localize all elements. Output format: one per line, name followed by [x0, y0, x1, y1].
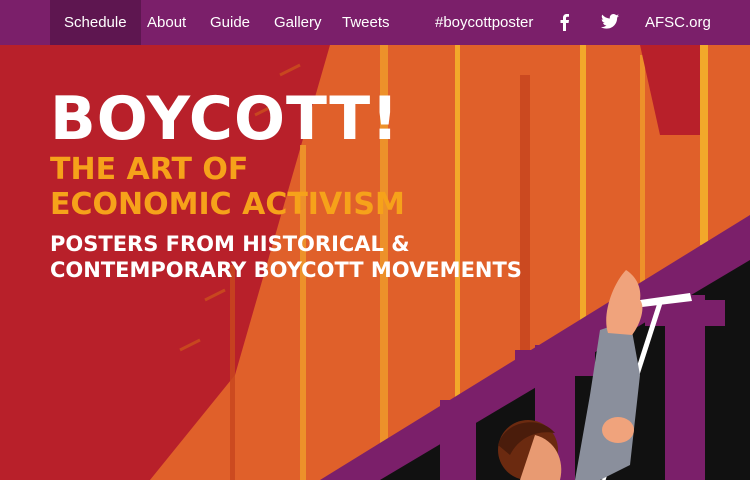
- twitter-icon[interactable]: [601, 14, 619, 30]
- page: Schedule About Guide Gallery Tweets #boy…: [0, 0, 750, 480]
- nav-afsc-link[interactable]: AFSC.org: [645, 0, 711, 45]
- subtitle-line-2: ECONOMIC ACTIVISM: [50, 187, 405, 222]
- hero-poster: BOYCOTT! THE ART OF ECONOMIC ACTIVISM PO…: [0, 45, 750, 480]
- top-nav: Schedule About Guide Gallery Tweets #boy…: [0, 0, 750, 45]
- nav-gallery[interactable]: Gallery: [274, 0, 322, 45]
- tagline-line-1: POSTERS FROM HISTORICAL &: [50, 232, 410, 256]
- hero-tagline: POSTERS FROM HISTORICAL & CONTEMPORARY B…: [50, 231, 522, 283]
- nav-tweets[interactable]: Tweets: [342, 0, 390, 45]
- facebook-icon[interactable]: [559, 13, 570, 31]
- nav-hashtag[interactable]: #boycottposter: [435, 0, 533, 45]
- subtitle-line-1: THE ART OF: [50, 152, 249, 187]
- nav-guide[interactable]: Guide: [210, 0, 250, 45]
- nav-schedule[interactable]: Schedule: [50, 0, 141, 45]
- page-title: BOYCOTT!: [50, 84, 400, 154]
- tagline-line-2: CONTEMPORARY BOYCOTT MOVEMENTS: [50, 258, 522, 282]
- hero-subtitle: THE ART OF ECONOMIC ACTIVISM: [50, 152, 405, 222]
- nav-about[interactable]: About: [147, 0, 186, 45]
